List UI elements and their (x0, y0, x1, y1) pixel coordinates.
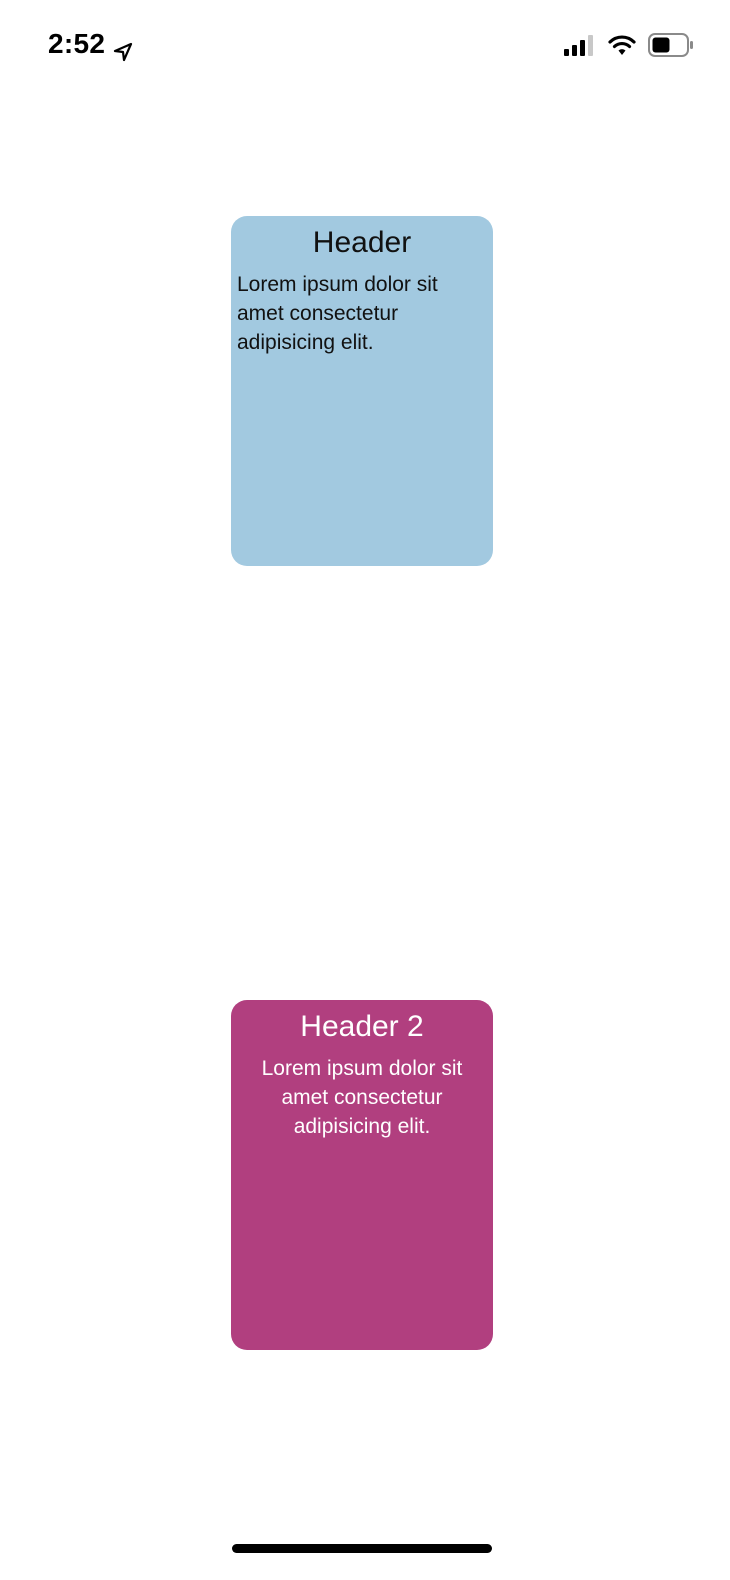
card-body: Lorem ipsum dolor sit amet consectetur a… (237, 273, 438, 354)
card-body: Lorem ipsum dolor sit amet consectetur a… (261, 1057, 463, 1138)
card-2: Header 2 Lorem ipsum dolor sit amet cons… (231, 1000, 493, 1350)
card-header: Header 2 (300, 1010, 424, 1043)
card-1: Header Lorem ipsum dolor sit amet consec… (231, 216, 493, 566)
status-bar: 2:52 (0, 0, 730, 90)
status-time: 2:52 (48, 26, 133, 62)
status-time-label: 2:52 (48, 28, 106, 59)
cellular-signal-icon (564, 34, 596, 56)
card-header: Header (312, 226, 412, 259)
status-icons (564, 30, 694, 60)
location-arrow-icon (113, 35, 133, 62)
home-indicator[interactable] (232, 1544, 492, 1553)
wifi-icon (608, 34, 636, 56)
battery-icon (648, 33, 694, 57)
